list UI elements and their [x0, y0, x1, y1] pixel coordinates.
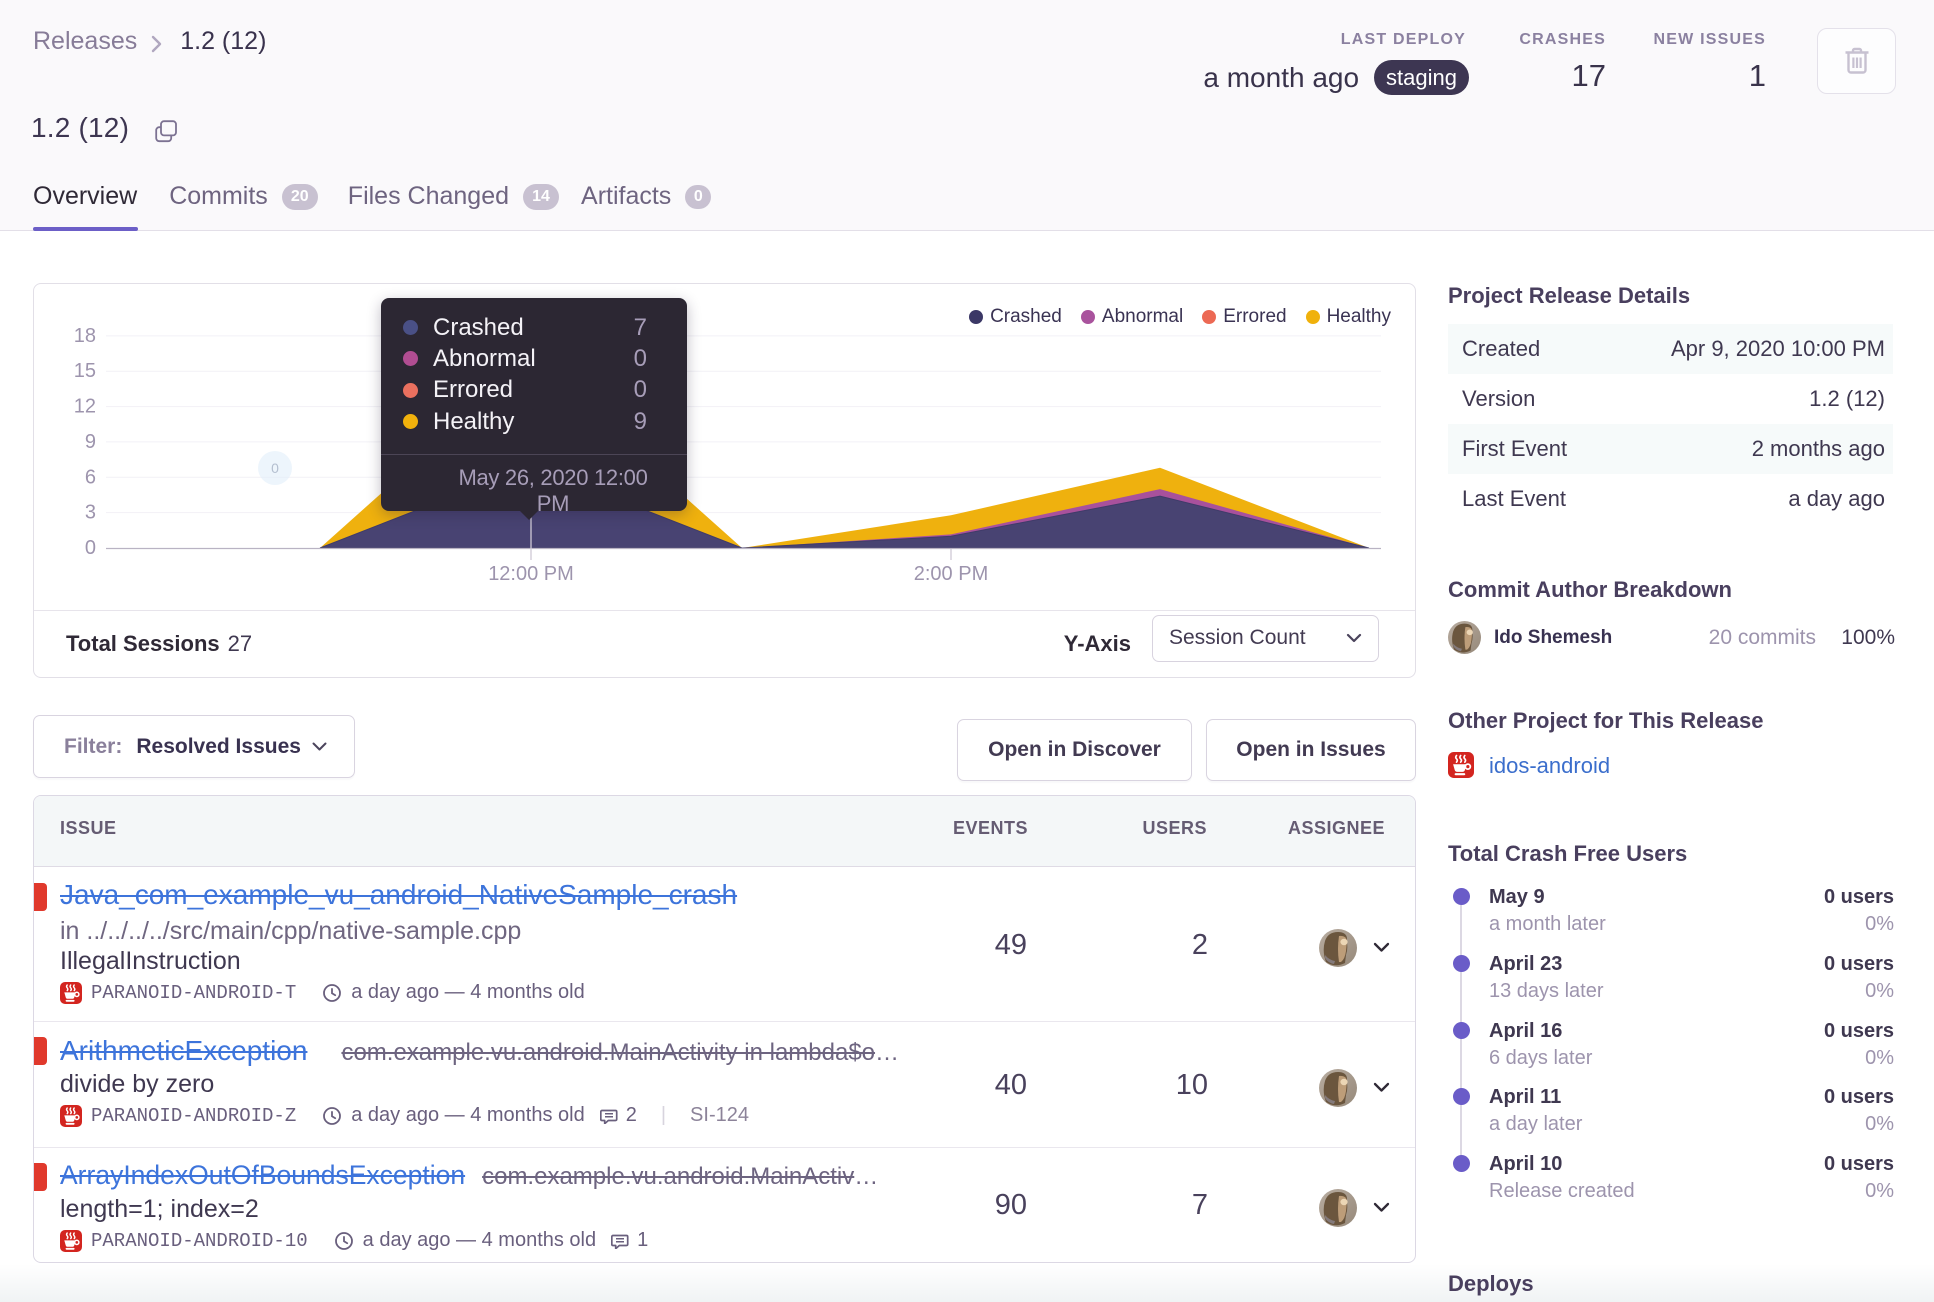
svg-text:0: 0	[85, 537, 96, 559]
svg-text:2:00 PM: 2:00 PM	[914, 563, 988, 585]
svg-text:3: 3	[85, 502, 96, 524]
svg-text:18: 18	[74, 325, 96, 347]
svg-text:12:00 PM: 12:00 PM	[488, 563, 574, 585]
svg-text:6: 6	[85, 466, 96, 488]
svg-text:9: 9	[85, 431, 96, 453]
svg-text:12: 12	[74, 396, 96, 418]
svg-text:15: 15	[74, 360, 96, 382]
